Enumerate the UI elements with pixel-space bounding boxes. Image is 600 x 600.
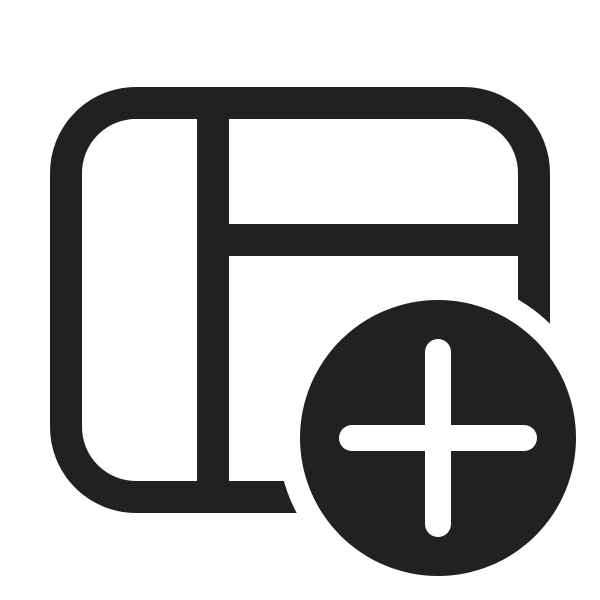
icon-canvas (0, 0, 600, 600)
table-add-icon (50, 87, 576, 576)
